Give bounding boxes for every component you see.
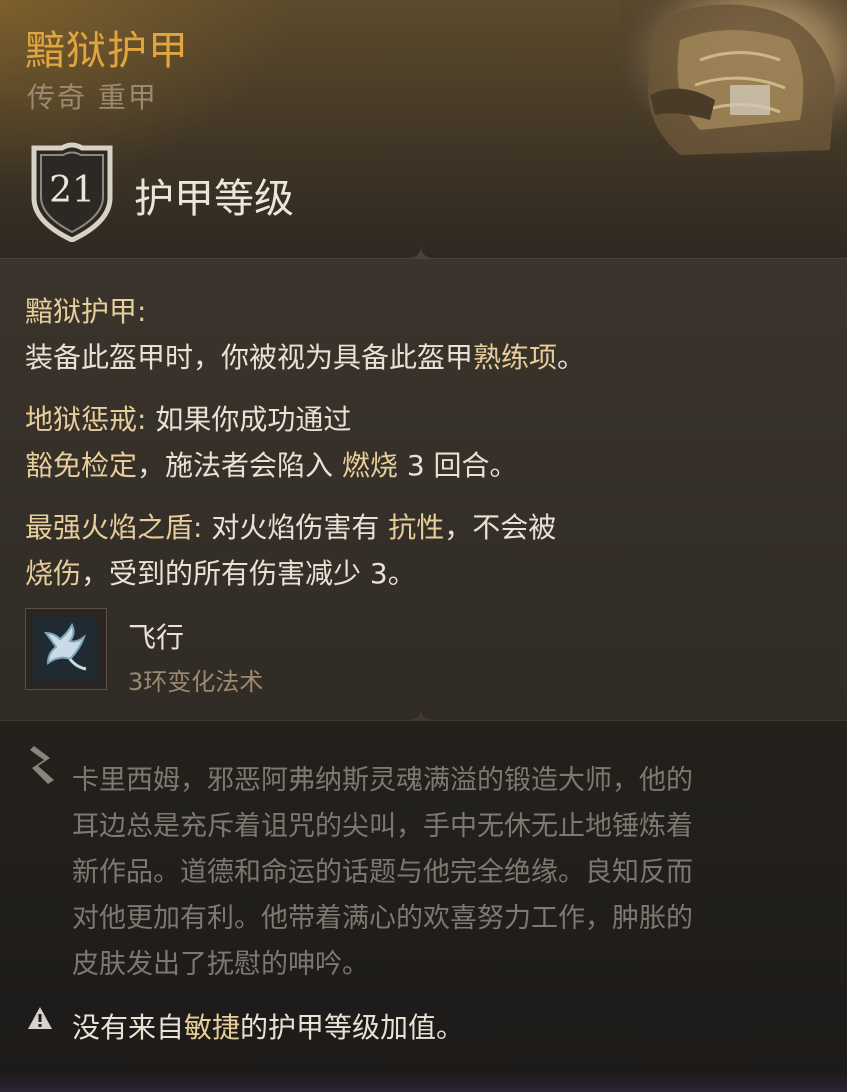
keyword-saving-throw[interactable]: 豁免检定 (25, 449, 137, 482)
bottom-edge (0, 1070, 847, 1092)
property-description: 装备此盔甲时，你被视为具备此盔甲熟练项。 (25, 341, 586, 374)
tooltip-header: 黯狱护甲 传奇 重甲 21 护甲等级 (0, 0, 847, 258)
property-fire-shield: 最强火焰之盾: 对火焰伤害有 抗性，不会被 (25, 511, 557, 544)
armor-class-label: 护甲等级 (134, 176, 294, 222)
item-type: 传奇 重甲 (27, 81, 158, 114)
warning-triangle-icon (28, 1007, 52, 1029)
warning-text: 没有来自敏捷的护甲等级加值。 (72, 1011, 465, 1044)
spell-level: 3环变化法术 (128, 668, 264, 696)
keyword-proficiency[interactable]: 熟练项 (473, 341, 557, 374)
keyword-resistance[interactable]: 抗性 (388, 511, 444, 544)
lore-line: 皮肤发出了抚慰的呻吟。 (72, 949, 369, 980)
quill-icon (30, 746, 54, 784)
keyword-burning[interactable]: 燃烧 (342, 449, 398, 482)
spell-name[interactable]: 飞行 (128, 616, 184, 656)
property-description: 烧伤，受到的所有伤害减少 3。 (25, 557, 416, 590)
lore-line: 耳边总是充斥着诅咒的尖叫，手中无休无止地锤炼着 (72, 811, 693, 842)
item-tooltip: 黯狱护甲 传奇 重甲 21 护甲等级 黯狱护甲: 装备此盔甲时，你被视为具备此盔… (0, 0, 847, 1092)
lore-line: 新作品。道德和命运的话题与他完全绝缘。良知反而 (72, 857, 693, 888)
spell-icon-frame[interactable] (25, 608, 107, 690)
armor-class-value: 21 (49, 170, 95, 211)
keyword-burn[interactable]: 烧伤 (25, 557, 81, 590)
lore-line: 对他更加有利。他带着满心的欢喜努力工作，肿胀的 (72, 903, 693, 934)
keyword-dexterity[interactable]: 敏捷 (184, 1011, 240, 1044)
property-title: 黯狱护甲: (25, 295, 147, 328)
lore-line: 卡里西姆，邪恶阿弗纳斯灵魂满溢的锻造大师，他的 (72, 765, 693, 796)
item-name: 黯狱护甲 (25, 28, 189, 74)
winged-flight-icon (34, 617, 98, 681)
property-description: 豁免检定，施法者会陷入 燃烧 3 回合。 (25, 449, 518, 482)
property-hellish-rebuke: 地狱惩戒: 如果你成功通过 (25, 403, 352, 436)
armor-portrait (620, 0, 847, 158)
